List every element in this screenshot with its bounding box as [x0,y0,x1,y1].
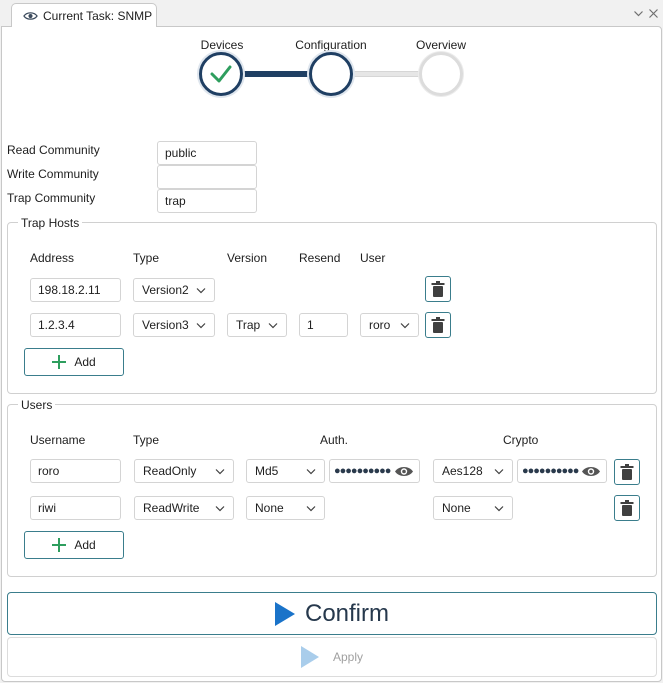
trap-community-input[interactable]: trap [157,189,257,213]
chevron-down-icon [400,323,410,329]
step-devices[interactable] [199,52,243,96]
chevron-down-icon [215,469,225,475]
trap-header-user: User [360,251,386,265]
trap-user-value: roro [369,318,391,332]
chevron-down-icon [196,323,206,329]
auth-protocol-value: None [255,501,284,515]
trap-type-value: Version2 [142,283,189,297]
step-label-configuration: Configuration [295,38,367,52]
user-type-select[interactable]: ReadWrite [134,496,234,520]
crypto-protocol-value: Aes128 [442,464,483,478]
trap-address-input[interactable]: 198.18.2.11 [30,278,121,302]
chevron-down-icon [215,506,225,512]
tab-title: Current Task: SNMP [43,8,153,23]
delete-trap-host-button[interactable] [425,312,451,338]
trap-community-label: Trap Community [7,191,96,205]
apply-button[interactable]: Apply [7,637,657,677]
step-overview[interactable] [419,52,463,96]
chevron-down-icon[interactable] [633,8,644,19]
trap-hosts-title: Trap Hosts [18,216,83,230]
crypto-password-field[interactable]: ●●●●●●●●●● [517,459,607,483]
step-label-devices: Devices [200,38,244,52]
crypto-protocol-value: None [442,501,471,515]
tab-current-task[interactable]: Current Task: SNMP [11,3,157,27]
write-community-input[interactable] [157,165,257,189]
eye-icon[interactable] [581,465,601,478]
step-configuration[interactable] [309,52,353,96]
trash-icon [431,281,445,297]
auth-password-field[interactable]: ●●●●●●●●●● [329,459,420,483]
add-user-button[interactable]: Add [24,531,124,559]
trap-type-select[interactable]: Version2 [133,278,215,302]
apply-label: Apply [332,650,364,664]
trap-header-type: Type [133,251,160,265]
confirm-label: Confirm [304,599,389,627]
plus-icon [52,355,67,369]
trap-user-select[interactable]: roro [360,313,419,337]
crypto-protocol-select[interactable]: None [433,496,513,520]
step-label-overview: Overview [415,38,466,52]
confirm-button[interactable]: Confirm [7,592,657,635]
chevron-down-icon [306,506,316,512]
close-icon[interactable] [648,8,659,19]
chevron-down-icon [494,469,504,475]
add-trap-host-button[interactable]: Add [24,348,124,376]
user-type-value: ReadOnly [143,464,197,478]
add-user-label: Add [74,538,96,552]
delete-user-button[interactable] [614,459,640,485]
auth-password-dots: ●●●●●●●●●● [334,465,391,477]
trap-address-input[interactable]: 1.2.3.4 [30,313,121,337]
eye-icon[interactable] [394,465,414,478]
trap-header-version: Version [227,251,268,265]
play-icon [300,646,319,668]
check-icon [210,65,232,83]
trash-icon [620,464,634,480]
trap-resend-input[interactable]: 1 [299,313,348,337]
chevron-down-icon [268,323,278,329]
chevron-down-icon [494,506,504,512]
step-connector-done [240,71,314,77]
users-header-crypto: Crypto [503,433,539,447]
users-header-auth: Auth. [320,433,349,447]
user-type-value: ReadWrite [143,501,200,515]
trap-version-select[interactable]: Trap [227,313,287,337]
user-type-select[interactable]: ReadOnly [134,459,234,483]
chevron-down-icon [196,288,206,294]
add-trap-host-label: Add [74,355,96,369]
plus-icon [52,538,67,552]
auth-protocol-select[interactable]: None [246,496,325,520]
chevron-down-icon [306,469,316,475]
users-title: Users [18,398,56,412]
read-community-label: Read Community [7,143,100,157]
users-header-type: Type [133,433,160,447]
delete-user-button[interactable] [614,495,640,521]
auth-protocol-value: Md5 [255,464,279,478]
trap-type-value: Version3 [142,318,189,332]
step-connector-pending [350,71,424,77]
delete-trap-host-button[interactable] [425,276,451,302]
auth-protocol-select[interactable]: Md5 [246,459,325,483]
username-input[interactable]: riwi [30,496,121,520]
trap-type-select[interactable]: Version3 [133,313,215,337]
username-input[interactable]: roro [30,459,121,483]
play-icon [274,601,295,626]
read-community-input[interactable]: public [157,141,257,165]
trap-version-value: Trap [236,318,261,332]
trap-header-resend: Resend [299,251,341,265]
eye-icon [23,11,38,20]
crypto-password-dots: ●●●●●●●●●● [522,465,579,477]
trash-icon [431,317,445,333]
crypto-protocol-select[interactable]: Aes128 [433,459,513,483]
users-header-username: Username [30,433,86,447]
trash-icon [620,500,634,516]
write-community-label: Write Community [7,167,99,181]
trap-header-address: Address [30,251,75,265]
